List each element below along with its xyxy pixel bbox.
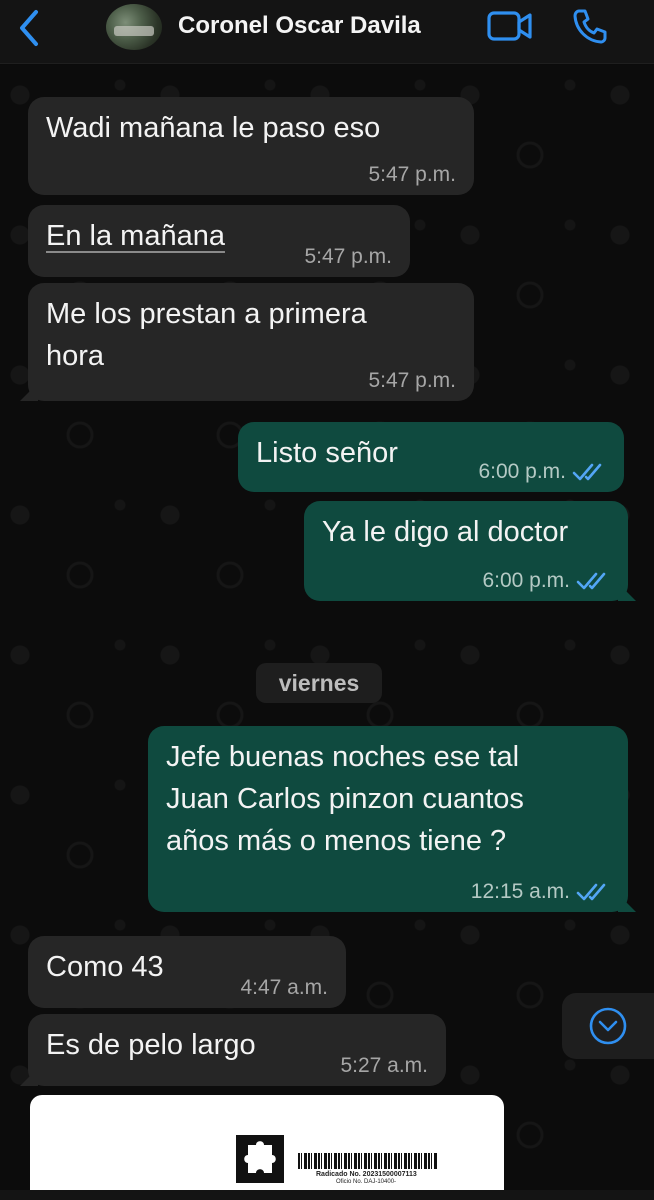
message-text: Ya le digo al doctor bbox=[322, 516, 569, 548]
video-call-icon bbox=[487, 11, 532, 41]
chat-area[interactable]: Wadi mañana le paso eso 5:47 p.m. En la … bbox=[0, 65, 654, 1200]
read-receipt-icon bbox=[576, 883, 606, 901]
bottom-bar bbox=[0, 1190, 654, 1200]
message-text: Me los prestan a primera hora bbox=[46, 298, 367, 372]
message-bubble[interactable]: Wadi mañana le paso eso 5:47 p.m. bbox=[28, 97, 474, 195]
phone-icon bbox=[573, 9, 607, 44]
barcode bbox=[298, 1153, 438, 1169]
chat-header: Coronel Oscar Davila bbox=[0, 0, 654, 64]
message-time: 6:00 p.m. bbox=[482, 569, 570, 592]
scroll-to-bottom-button[interactable] bbox=[562, 993, 654, 1059]
message-bubble[interactable]: Ya le digo al doctor 6:00 p.m. bbox=[304, 501, 628, 601]
message-bubble[interactable]: Listo señor 6:00 p.m. bbox=[238, 422, 624, 492]
back-button[interactable] bbox=[10, 8, 50, 48]
message-bubble[interactable]: Como 43 4:47 a.m. bbox=[28, 936, 346, 1008]
document-logo bbox=[236, 1135, 284, 1183]
chevron-left-icon bbox=[20, 10, 38, 46]
chevron-down-circle-icon bbox=[589, 1007, 627, 1045]
read-receipt-icon bbox=[576, 572, 606, 590]
message-time: 5:47 p.m. bbox=[368, 369, 456, 392]
avatar[interactable] bbox=[106, 4, 162, 50]
message-time: 5:47 p.m. bbox=[304, 245, 392, 268]
date-separator: viernes bbox=[256, 663, 382, 703]
message-bubble[interactable]: Me los prestan a primera hora 5:47 p.m. bbox=[28, 283, 474, 401]
message-time: 5:27 a.m. bbox=[340, 1054, 428, 1077]
video-call-button[interactable] bbox=[486, 8, 534, 44]
puzzle-icon bbox=[244, 1141, 276, 1173]
contact-name[interactable]: Coronel Oscar Davila bbox=[178, 12, 421, 40]
message-time: 5:47 p.m. bbox=[368, 163, 456, 186]
message-bubble[interactable]: Jefe buenas noches ese tal Juan Carlos p… bbox=[148, 726, 628, 912]
message-bubble[interactable]: Es de pelo largo 5:27 a.m. bbox=[28, 1014, 446, 1086]
voice-call-button[interactable] bbox=[570, 6, 610, 46]
message-time: 6:00 p.m. bbox=[478, 460, 566, 483]
message-time: 12:15 a.m. bbox=[470, 880, 570, 903]
read-receipt-icon bbox=[572, 463, 602, 481]
message-time: 4:47 a.m. bbox=[240, 976, 328, 999]
document-preview[interactable]: Radicado No. 20231500007113 Oficio No. D… bbox=[30, 1095, 504, 1200]
message-text: Jefe buenas noches ese tal Juan Carlos p… bbox=[166, 741, 524, 857]
document-caption: Radicado No. 20231500007113 bbox=[316, 1171, 417, 1178]
message-text: Wadi mañana le paso eso bbox=[46, 112, 381, 144]
document-caption: Oficio No. DAJ-10400- bbox=[336, 1179, 397, 1185]
message-bubble[interactable]: En la mañana 5:47 p.m. bbox=[28, 205, 410, 277]
